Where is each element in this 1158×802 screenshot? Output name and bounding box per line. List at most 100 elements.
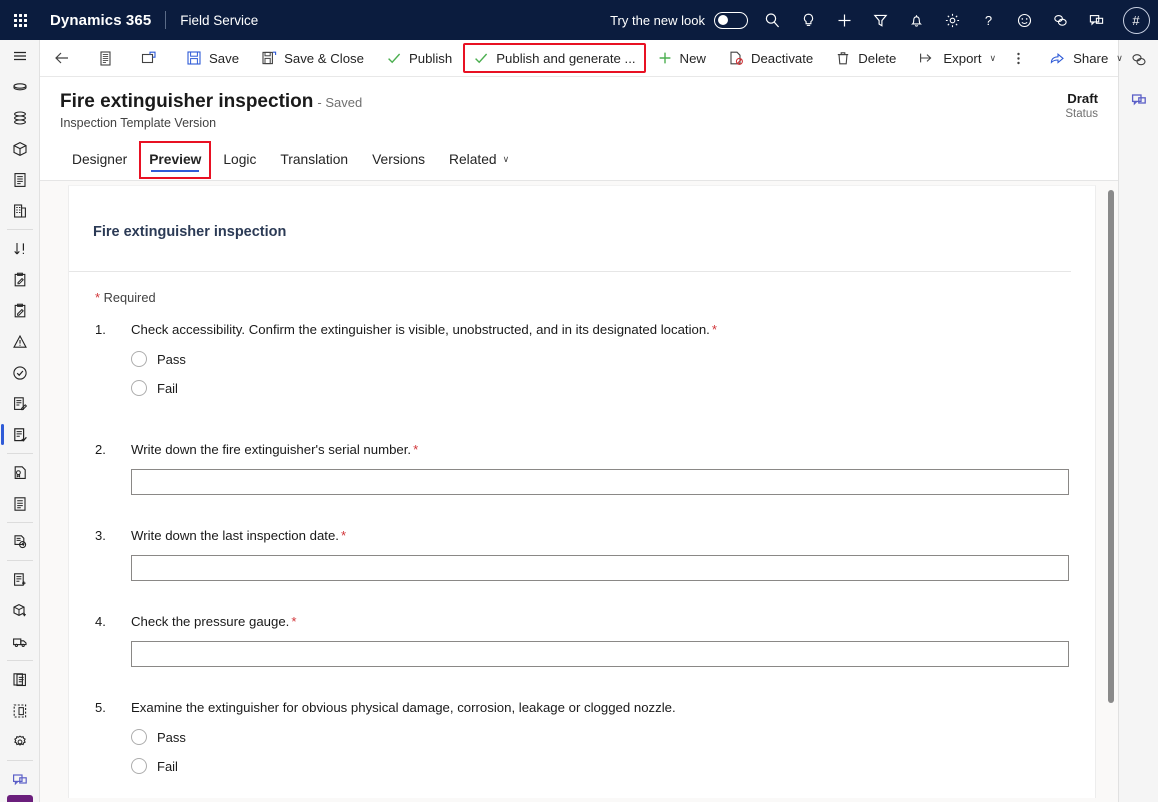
sidebar-item-warning-icon[interactable]: [0, 326, 39, 357]
serial-number-input[interactable]: [131, 469, 1069, 495]
rail-divider: [6, 453, 33, 454]
brand-title[interactable]: Dynamics 365: [40, 12, 165, 29]
sidebar-item-copy-doc-icon[interactable]: [0, 664, 39, 695]
radio-icon[interactable]: [131, 729, 147, 745]
question-number: 4.: [95, 614, 106, 629]
sidebar-item-truck-icon[interactable]: [0, 626, 39, 657]
rail-divider: [6, 660, 33, 661]
saved-indicator: - Saved: [317, 95, 363, 110]
delete-button[interactable]: Delete: [824, 43, 907, 73]
sidebar-item-box-icon[interactable]: [0, 133, 39, 164]
new-label: New: [679, 50, 706, 66]
sidebar-item-doc-dashed-icon[interactable]: [0, 695, 39, 726]
question-list: 1. Check accessibility. Confirm the exti…: [69, 305, 1095, 787]
sidebar-item-doc-clock-icon[interactable]: [0, 526, 39, 557]
tab-strip: Designer Preview Logic Translation Versi…: [40, 139, 1118, 181]
sidebar-item-sort-icon[interactable]: [0, 233, 39, 264]
app-logo-badge[interactable]: S: [6, 795, 33, 802]
chevron-down-icon: ∨: [1116, 52, 1123, 63]
sidebar-item-pinned-icon[interactable]: [0, 102, 39, 133]
sidebar-item-clipboard-pencil-icon[interactable]: [0, 295, 39, 326]
save-label: Save: [209, 50, 240, 66]
page-title-row: Fire extinguisher inspection - Saved: [60, 91, 362, 113]
required-legend-label: Required: [103, 290, 156, 305]
tab-designer[interactable]: Designer: [60, 139, 139, 181]
sidebar-item-certificate-icon[interactable]: [0, 457, 39, 488]
top-navigation-bar: Dynamics 365 Field Service Try the new l…: [0, 0, 1158, 40]
sidebar-item-check-circle-icon[interactable]: [0, 357, 39, 388]
copilot-icon[interactable]: [1042, 0, 1078, 40]
export-button[interactable]: Export ∨: [907, 43, 1007, 73]
more-commands-button[interactable]: [1007, 43, 1030, 73]
sidebar-item-chat-bubble-icon[interactable]: [0, 764, 39, 795]
radio-option-fail[interactable]: Fail: [131, 758, 1095, 774]
tab-designer-label: Designer: [72, 152, 128, 167]
tab-related[interactable]: Related ∨: [437, 139, 521, 181]
radio-icon[interactable]: [131, 380, 147, 396]
save-button[interactable]: Save: [175, 43, 250, 73]
sidebar-item-document-list-icon[interactable]: [0, 164, 39, 195]
back-button[interactable]: [44, 43, 80, 73]
scrollbar-thumb[interactable]: [1108, 190, 1114, 703]
lightbulb-icon[interactable]: [790, 0, 826, 40]
smiley-icon[interactable]: [1006, 0, 1042, 40]
open-form-button[interactable]: [131, 43, 167, 73]
sidebar-item-building-icon[interactable]: [0, 195, 39, 226]
radio-option-fail[interactable]: Fail: [131, 380, 1095, 396]
publish-and-generate-label: Publish and generate ...: [496, 50, 636, 66]
sidebar-item-hamburger-icon[interactable]: [0, 40, 39, 71]
chat-icon[interactable]: [1078, 0, 1114, 40]
search-icon[interactable]: [754, 0, 790, 40]
sidebar-item-doc-add-icon[interactable]: [0, 564, 39, 595]
new-look-toggle[interactable]: [714, 11, 748, 29]
chat-bubble-icon[interactable]: [1119, 80, 1158, 120]
plus-icon[interactable]: [826, 0, 862, 40]
required-asterisk: *: [413, 442, 419, 457]
radio-option-pass[interactable]: Pass: [131, 351, 1095, 367]
export-label: Export: [943, 50, 982, 66]
question-number: 2.: [95, 442, 106, 457]
last-inspection-date-input[interactable]: [131, 555, 1069, 581]
filter-icon[interactable]: [862, 0, 898, 40]
radio-group: Pass Fail: [131, 729, 1095, 774]
content-area: Fire extinguisher inspection * Required …: [40, 181, 1118, 802]
save-and-close-button[interactable]: Save & Close: [250, 43, 375, 73]
tab-translation[interactable]: Translation: [268, 139, 360, 181]
sidebar-item-settings-gear-icon[interactable]: [0, 726, 39, 757]
question-icon[interactable]: ?: [970, 0, 1006, 40]
publish-button[interactable]: Publish: [375, 43, 463, 73]
pressure-gauge-input[interactable]: [131, 641, 1069, 667]
user-avatar-button[interactable]: #: [1114, 0, 1158, 40]
tab-preview[interactable]: Preview: [139, 140, 212, 179]
sidebar-item-clipboard-edit-icon[interactable]: [0, 264, 39, 295]
tab-logic[interactable]: Logic: [211, 139, 268, 181]
new-look-toggle-group[interactable]: Try the new look: [610, 11, 754, 29]
deactivate-button[interactable]: Deactivate: [717, 43, 824, 73]
sidebar-item-recent-icon[interactable]: [0, 71, 39, 102]
bell-icon[interactable]: [898, 0, 934, 40]
tab-related-label: Related: [449, 152, 497, 167]
sidebar-item-document-icon[interactable]: [0, 488, 39, 519]
sidebar-item-package-add-icon[interactable]: [0, 595, 39, 626]
gear-icon[interactable]: [934, 0, 970, 40]
show-chart-button[interactable]: [88, 43, 123, 73]
radio-option-label: Fail: [157, 380, 178, 396]
vertical-scrollbar[interactable]: [1104, 185, 1118, 798]
sidebar-item-form-edit-icon[interactable]: [0, 388, 39, 419]
new-button[interactable]: New: [646, 43, 717, 73]
page-title: Fire extinguisher inspection: [60, 91, 314, 112]
question-body: Write down the fire extinguisher's seria…: [131, 441, 1095, 495]
question-body: Check accessibility. Confirm the extingu…: [131, 321, 1095, 409]
share-button[interactable]: Share ∨: [1038, 43, 1134, 73]
delete-label: Delete: [858, 50, 897, 66]
sidebar-item-inspection-template-icon[interactable]: [0, 419, 39, 450]
app-name-label[interactable]: Field Service: [166, 13, 258, 28]
publish-and-generate-button[interactable]: Publish and generate ...: [463, 43, 646, 73]
question-text-wrap: Check accessibility. Confirm the extingu…: [131, 321, 1095, 339]
radio-icon[interactable]: [131, 351, 147, 367]
tab-versions[interactable]: Versions: [360, 139, 437, 181]
app-launcher-button[interactable]: [0, 0, 40, 40]
radio-option-pass[interactable]: Pass: [131, 729, 1095, 745]
rail-divider: [6, 760, 33, 761]
radio-icon[interactable]: [131, 758, 147, 774]
